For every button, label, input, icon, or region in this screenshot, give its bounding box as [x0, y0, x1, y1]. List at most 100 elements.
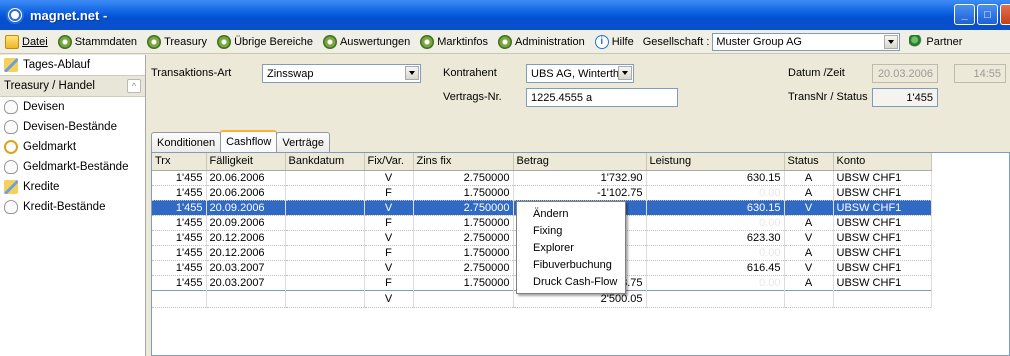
menu-label: Hilfe	[611, 35, 634, 48]
cell-status: A	[784, 185, 834, 201]
cell-bankdatum	[285, 260, 365, 276]
tab-strip: Konditionen Cashflow Verträge	[151, 130, 330, 152]
cell-trx: 1'455	[152, 245, 207, 261]
cell-zins: 1.750000	[413, 215, 514, 231]
cell-empty	[833, 289, 932, 308]
sidebar-item-label: Kredite	[23, 181, 60, 193]
context-item-fibuverbuchung[interactable]: Fibuverbuchung	[517, 256, 625, 273]
maximize-button[interactable]: □	[977, 4, 998, 25]
sidebar-item-treasury-handel[interactable]: Treasury / Handel ^	[0, 75, 145, 97]
vertragsnr-field[interactable]: 1225.4555 a	[526, 88, 678, 107]
kontrahent-select[interactable]: UBS AG, Winterthur	[526, 64, 634, 83]
cell-empty	[646, 289, 785, 308]
cell-trx: 1'455	[152, 230, 207, 246]
menu-stammdaten[interactable]: Stammdaten	[53, 31, 142, 53]
column-header[interactable]: Fix/Var.	[364, 153, 414, 171]
gesellschaft-select[interactable]: Muster Group AG	[712, 32, 901, 51]
bulb-icon	[4, 100, 18, 114]
sidebar-item-tages-ablauf[interactable]: Tages-Ablauf	[0, 55, 145, 75]
context-item-explorer[interactable]: Explorer	[517, 239, 625, 256]
menu-uebrige-bereiche[interactable]: Übrige Bereiche	[212, 31, 318, 53]
cell-bankdatum	[285, 275, 365, 291]
sidebar-item-geldmarkt[interactable]: Geldmarkt	[0, 137, 145, 157]
menu-treasury[interactable]: Treasury	[142, 31, 212, 53]
column-header[interactable]: Bankdatum	[285, 153, 365, 171]
tab-label: Cashflow	[226, 136, 272, 148]
cell-leistung: 630.15	[646, 170, 785, 186]
vertragsnr-label: Vertrags-Nr.	[443, 91, 502, 103]
context-item-fixing[interactable]: Fixing	[517, 222, 625, 239]
column-header[interactable]: Trx	[152, 153, 207, 171]
context-item-druck-cash-flow[interactable]: Druck Cash-Flow	[517, 273, 625, 290]
collapse-icon[interactable]: ^	[127, 79, 141, 93]
column-header[interactable]: Betrag	[513, 153, 647, 171]
chevron-down-icon[interactable]	[405, 66, 419, 80]
pen-icon	[4, 58, 18, 72]
cell-faelligkeit: 20.03.2007	[206, 275, 286, 291]
close-button[interactable]	[1000, 4, 1010, 25]
cell-zins: 1.750000	[413, 245, 514, 261]
cell-empty	[784, 289, 834, 308]
cell-fixvar: F	[364, 245, 414, 261]
cell-trx: 1'455	[152, 185, 207, 201]
context-item-aendern[interactable]: Ändern	[517, 205, 625, 222]
tab-label: Konditionen	[157, 136, 216, 149]
cell-bankdatum	[285, 230, 365, 246]
cell-empty	[152, 289, 207, 308]
gear-icon	[420, 34, 435, 49]
tab-cashflow[interactable]: Cashflow	[220, 130, 278, 152]
column-header[interactable]: Status	[784, 153, 834, 171]
sidebar-item-devisen-bestaende[interactable]: Devisen-Bestände	[0, 117, 145, 137]
menu-auswertungen[interactable]: Auswertungen	[318, 31, 415, 53]
tab-konditionen[interactable]: Konditionen	[151, 132, 222, 152]
sidebar-item-devisen[interactable]: Devisen	[0, 97, 145, 117]
cell-konto: UBSW CHF1	[833, 275, 932, 291]
cell-empty	[206, 289, 286, 308]
menu-datei[interactable]: Datei	[0, 31, 53, 53]
menu-label: Marktinfos	[437, 35, 489, 48]
column-header[interactable]: Zins fix	[413, 153, 514, 171]
sidebar-item-geldmarkt-bestaende[interactable]: Geldmarkt-Bestände	[0, 157, 145, 177]
transnr-field: 1'455	[872, 88, 938, 107]
table-row[interactable]: 1'455 20.06.2006 V 2.750000 1'732.90 630…	[152, 170, 932, 186]
table-header: Trx Fälligkeit Bankdatum Fix/Var. Zins f…	[152, 153, 932, 171]
menu-marktinfos[interactable]: Marktinfos	[415, 31, 493, 53]
cell-trx: 1'455	[152, 260, 207, 276]
menu-partner[interactable]: Partner	[904, 31, 967, 53]
table-row[interactable]: 1'455 20.06.2006 F 1.750000 -1'102.75 0.…	[152, 185, 932, 201]
cell-trx: 1'455	[152, 170, 207, 186]
title-bar: magnet.net - _ □	[0, 0, 1010, 30]
column-header[interactable]: Leistung	[646, 153, 785, 171]
transaktionsart-select[interactable]: Zinsswap	[262, 64, 421, 83]
cell-bankdatum	[285, 200, 365, 216]
sidebar-item-kredite[interactable]: Kredite	[0, 177, 145, 197]
column-header[interactable]: Fälligkeit	[206, 153, 286, 171]
cell-zins: 1.750000	[413, 185, 514, 201]
cell-konto: UBSW CHF1	[833, 260, 932, 276]
transaktionsart-label: Transaktions-Art	[151, 67, 232, 79]
cell-status: V	[784, 200, 834, 216]
sidebar-item-kredit-bestaende[interactable]: Kredit-Bestände	[0, 197, 145, 217]
tab-vertraege[interactable]: Verträge	[276, 132, 330, 152]
cell-faelligkeit: 20.03.2007	[206, 260, 286, 276]
cell-fixvar: F	[364, 185, 414, 201]
datum-label: Datum /Zeit	[788, 67, 845, 79]
menu-hilfe[interactable]: i Hilfe	[590, 31, 639, 53]
cell-konto: UBSW CHF1	[833, 230, 932, 246]
cell-leistung: 0.00	[646, 185, 785, 201]
cell-faelligkeit: 20.12.2006	[206, 245, 286, 261]
minimize-button[interactable]: _	[954, 4, 975, 25]
window-controls: _ □	[954, 4, 1010, 25]
cell-betrag: 1'732.90	[513, 170, 647, 186]
chevron-down-icon[interactable]	[884, 34, 899, 49]
datum-value: 20.03.2006	[877, 67, 933, 80]
sidebar: Tages-Ablauf Treasury / Handel ^ Devisen…	[0, 55, 146, 356]
column-header[interactable]: Konto	[833, 153, 932, 171]
menu-label: Auswertungen	[339, 35, 411, 48]
chevron-down-icon[interactable]	[618, 66, 632, 80]
menu-administration[interactable]: Administration	[493, 31, 590, 53]
cell-status: A	[784, 275, 834, 291]
cell-zins: 1.750000	[413, 275, 514, 291]
cell-faelligkeit: 20.09.2006	[206, 215, 286, 231]
cell-trx: 1'455	[152, 215, 207, 231]
